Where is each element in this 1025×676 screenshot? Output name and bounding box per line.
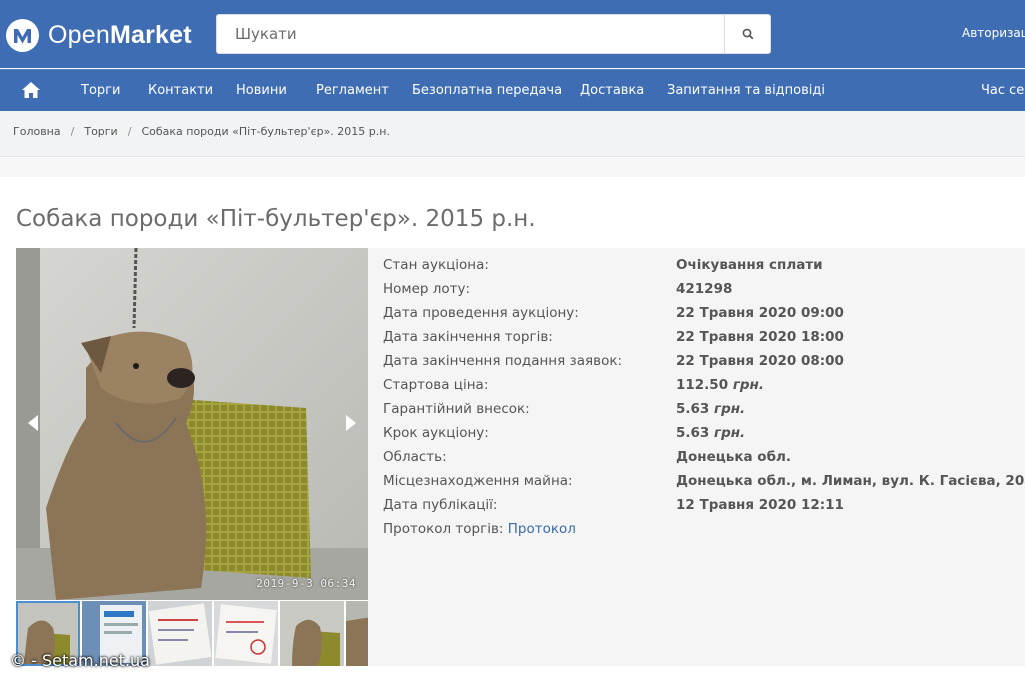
lot-details: Стан аукціона: Очікування сплати Номер л…: [368, 248, 1025, 666]
detail-label: Область:: [383, 449, 447, 465]
detail-row-region: Область: Донецька обл.: [383, 449, 791, 469]
detail-label: Протокол торгів:: [383, 521, 504, 537]
start-price: 112.50 грн.: [676, 377, 764, 393]
search-input[interactable]: [217, 15, 724, 53]
thumbnail[interactable]: [148, 601, 212, 666]
detail-label: Місцезнаходження майна:: [383, 473, 573, 489]
nav-news[interactable]: Новини: [236, 83, 287, 98]
detail-row-application-deadline: Дата закінчення подання заявок: 22 Травн…: [383, 353, 844, 373]
logo[interactable]: OpenMarket: [6, 17, 192, 53]
protocol-link[interactable]: Протокол: [508, 521, 576, 537]
thumbnail[interactable]: [214, 601, 278, 666]
nav-contacts[interactable]: Контакти: [148, 83, 213, 98]
detail-row-status: Стан аукціона: Очікування сплати: [383, 257, 823, 277]
breadcrumb-current: Собака породи «Піт-бультер'єр». 2015 р.н…: [141, 125, 390, 138]
detail-row-location: Місцезнаходження майна: Донецька обл., м…: [383, 473, 1025, 493]
top-header: OpenMarket Авторизац: [0, 0, 1025, 68]
logo-icon: [6, 18, 39, 52]
auction-status: Очікування сплати: [676, 257, 823, 273]
photo-gallery[interactable]: 2019-9-3 06:34: [16, 248, 368, 600]
detail-row-publication-date: Дата публікації: 12 Травня 2020 12:11: [383, 497, 844, 517]
next-arrow-icon[interactable]: [344, 413, 358, 433]
breadcrumb: Головна / Торги / Собака породи «Піт-бультер…: [13, 125, 390, 138]
search-icon: [742, 28, 753, 40]
detail-label: Номер лоту:: [383, 281, 471, 297]
breadcrumb-home[interactable]: Головна: [13, 125, 61, 138]
end-date: 22 Травня 2020 18:00: [676, 329, 844, 345]
search-button[interactable]: [724, 15, 770, 53]
login-link[interactable]: Авторизац: [962, 26, 1025, 40]
detail-row-start-price: Стартова ціна: 112.50 грн.: [383, 377, 764, 397]
detail-label: Стартова ціна:: [383, 377, 489, 393]
nav-free-transfer[interactable]: Безоплатна передача: [412, 83, 562, 98]
auction-step: 5.63 грн.: [676, 425, 746, 441]
detail-label: Дата закінчення торгів:: [383, 329, 553, 345]
lot-number: 421298: [676, 281, 733, 297]
search-box: [216, 14, 771, 54]
lot-photo: [16, 248, 368, 600]
nav-auctions[interactable]: Торги: [81, 83, 120, 98]
logo-text: OpenMarket: [48, 20, 192, 49]
detail-label: Дата проведення аукціону:: [383, 305, 579, 321]
watermark: © - Setam.net.ua: [10, 651, 150, 670]
detail-label: Стан аукціона:: [383, 257, 489, 273]
breadcrumb-auctions[interactable]: Торги: [84, 125, 117, 138]
detail-label: Дата закінчення подання заявок:: [383, 353, 623, 369]
nav-delivery[interactable]: Доставка: [580, 83, 644, 98]
nav-regulations[interactable]: Регламент: [316, 83, 389, 98]
photo-timestamp: 2019-9-3 06:34: [256, 577, 356, 590]
thumbnail[interactable]: [346, 601, 368, 666]
guarantee-deposit: 5.63 грн.: [676, 401, 746, 417]
main-nav: Торги Контакти Новини Регламент Безоплат…: [0, 69, 1025, 111]
detail-label: Дата публікації:: [383, 497, 498, 513]
prev-arrow-icon[interactable]: [26, 413, 40, 433]
detail-row-step: Крок аукціону: 5.63 грн.: [383, 425, 745, 445]
detail-row-end-date: Дата закінчення торгів: 22 Травня 2020 1…: [383, 329, 844, 349]
detail-row-auction-date: Дата проведення аукціону: 22 Травня 2020…: [383, 305, 844, 325]
detail-row-lot-number: Номер лоту: 421298: [383, 281, 732, 301]
detail-label: Гарантійний внесок:: [383, 401, 530, 417]
auction-date: 22 Травня 2020 09:00: [676, 305, 844, 321]
server-time: Час сер: [981, 83, 1025, 98]
nav-faq[interactable]: Запитання та відповіді: [667, 83, 825, 98]
breadcrumb-separator: /: [127, 125, 132, 138]
publication-date: 12 Травня 2020 12:11: [676, 497, 844, 513]
application-deadline: 22 Травня 2020 08:00: [676, 353, 844, 369]
breadcrumb-bar: Головна / Торги / Собака породи «Піт-бультер…: [0, 111, 1025, 157]
page-title: Собака породи «Піт-бультер'єр». 2015 р.н…: [16, 206, 536, 232]
home-icon[interactable]: [21, 81, 41, 99]
detail-row-deposit: Гарантійний внесок: 5.63 грн.: [383, 401, 745, 421]
detail-label: Крок аукціону:: [383, 425, 489, 441]
detail-row-protocol: Протокол торгів: Протокол: [383, 521, 576, 541]
divider: [0, 158, 1025, 177]
thumbnail[interactable]: [280, 601, 344, 666]
region: Донецька обл.: [676, 449, 792, 465]
breadcrumb-separator: /: [70, 125, 75, 138]
property-location: Донецька обл., м. Лиман, вул. К. Гасієва…: [676, 473, 1025, 489]
